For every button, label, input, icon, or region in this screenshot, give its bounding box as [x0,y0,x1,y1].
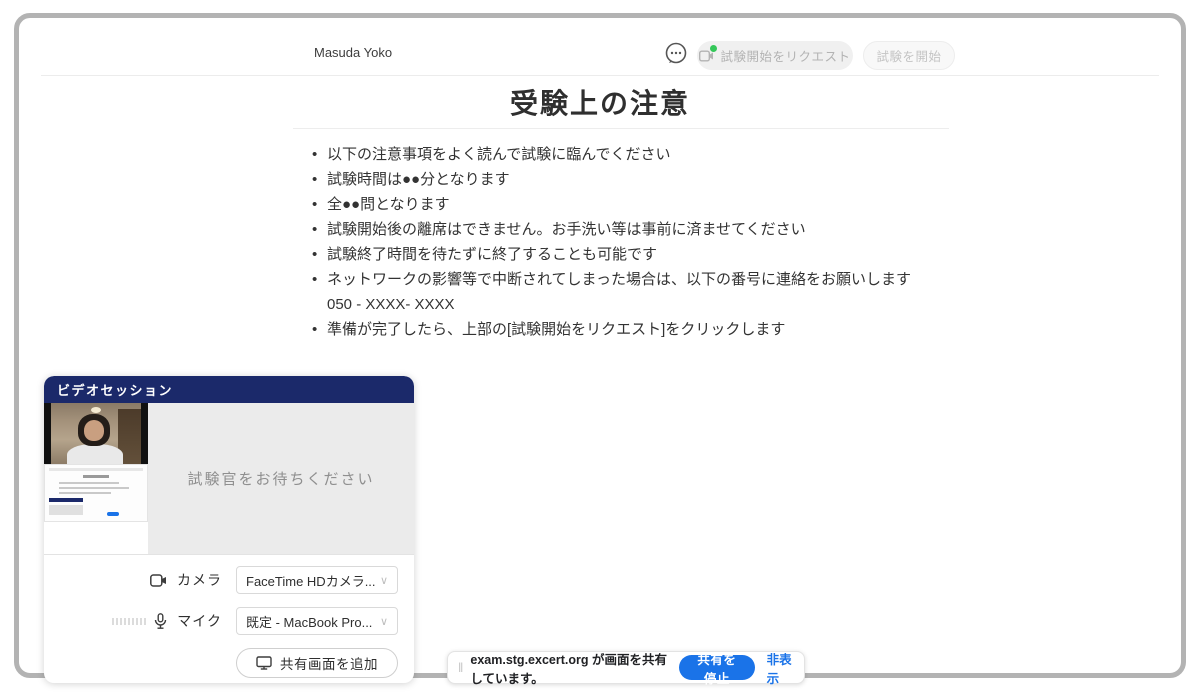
bullet-dot: • [312,242,327,267]
camera-icon [150,574,167,587]
webcam-preview [44,403,148,464]
bullet-dot: • [312,142,327,167]
window-frame: Masuda Yoko 試験開始をリクエスト 試験を開始 [14,13,1186,678]
user-name: Masuda Yoko [314,45,392,60]
proctor-wait-area: 試験官をお待ちください [148,403,414,554]
add-shared-screen-label: 共有画面を追加 [280,653,378,673]
bullet-dot: • [312,192,327,217]
notice-item: • 試験時間は●●分となります [312,167,952,192]
notice-item-text: ネットワークの影響等で中断されてしまった場合は、以下の番号に連絡をお願いします [327,267,911,292]
camera-select[interactable]: FaceTime HDカメラ... ∨ [236,566,398,594]
notice-list: • 以下の注意事項をよく読んで試験に臨んでください • 試験時間は●●分となりま… [312,142,952,342]
camera-label: カメラ [177,570,222,590]
mic-select[interactable]: 既定 - MacBook Pro... ∨ [236,607,398,635]
topbar-divider [41,75,1159,76]
page-title: 受験上の注意 [19,82,1181,122]
bullet-dot: • [312,317,327,342]
camera-select-value: FaceTime HDカメラ... [246,571,376,590]
chevron-down-icon: ∨ [380,574,388,587]
proctor-waiting-text: 試験官をお待ちください [187,468,374,489]
camera-row: カメラ FaceTime HDカメラ... ∨ [44,566,398,594]
webcam-room [51,403,141,464]
screen-share-notification-bar: ‖ exam.stg.excert.org が画面を共有しています。 共有を停止… [447,651,805,684]
notice-item-text: 試験終了時間を待たずに終了することも可能です [327,242,657,267]
notice-item-text: 試験開始後の離席はできません。お手洗い等は事前に済ませてください [327,217,806,242]
notice-item: • 試験開始後の離席はできません。お手洗い等は事前に済ませてください [312,217,952,242]
screen-share-message: exam.stg.excert.org が画面を共有しています。 [470,649,667,687]
notice-item-text: 以下の注意事項をよく読んで試験に臨んでください [327,142,671,167]
exam-page: Masuda Yoko 試験開始をリクエスト 試験を開始 [0,0,1200,696]
online-status-dot [710,45,717,52]
bullet-dot: • [312,267,327,292]
notice-item: • 準備が完了したら、上部の[試験開始をリクエスト]をクリックします [312,317,952,342]
notice-item: • 050 - XXXX- XXXX [312,292,952,317]
notice-item-text: 全●●問となります [327,192,450,217]
share-row: 共有画面を追加 [44,648,398,678]
drag-handle-icon[interactable]: ‖ [458,660,462,675]
device-controls: カメラ FaceTime HDカメラ... ∨ マイク [44,555,414,678]
video-session-media: 試験官をお待ちください [44,403,414,554]
notice-item-text: 試験時間は●●分となります [327,167,510,192]
stop-sharing-button[interactable]: 共有を停止 [679,655,754,680]
notice-item: • 全●●問となります [312,192,952,217]
video-camera-icon [699,50,714,62]
mic-select-value: 既定 - MacBook Pro... [246,612,372,631]
add-shared-screen-button[interactable]: 共有画面を追加 [236,648,398,678]
start-exam-label: 試験を開始 [876,46,941,65]
request-exam-start-label: 試験開始をリクエスト [720,46,850,65]
microphone-icon [154,613,167,629]
notice-item: • ネットワークの影響等で中断されてしまった場合は、以下の番号に連絡をお願いしま… [312,267,952,292]
monitor-icon [256,656,272,670]
screen-share-preview [44,464,148,522]
media-previews-column [44,403,148,554]
title-divider [293,128,949,129]
notice-item-text: 準備が完了したら、上部の[試験開始をリクエスト]をクリックします [327,317,785,342]
chat-button[interactable] [663,40,689,66]
notice-item: • 以下の注意事項をよく読んで試験に臨んでください [312,142,952,167]
audio-level-meter [112,618,148,625]
bullet-dot: • [312,167,327,192]
start-exam-button[interactable]: 試験を開始 [863,41,955,70]
video-session-header: ビデオセッション [44,376,414,403]
request-exam-start-button[interactable]: 試験開始をリクエスト [697,41,853,70]
hide-notification-link[interactable]: 非表示 [767,649,794,687]
notice-item: • 試験終了時間を待たずに終了することも可能です [312,242,952,267]
video-session-panel: ビデオセッション [44,376,414,683]
mic-label: マイク [177,611,222,631]
chat-ellipsis-icon [664,41,688,65]
notice-item-text: 050 - XXXX- XXXX [327,292,455,317]
mic-row: マイク 既定 - MacBook Pro... ∨ [44,607,398,635]
chevron-down-icon: ∨ [380,615,388,628]
bullet-dot: • [312,217,327,242]
